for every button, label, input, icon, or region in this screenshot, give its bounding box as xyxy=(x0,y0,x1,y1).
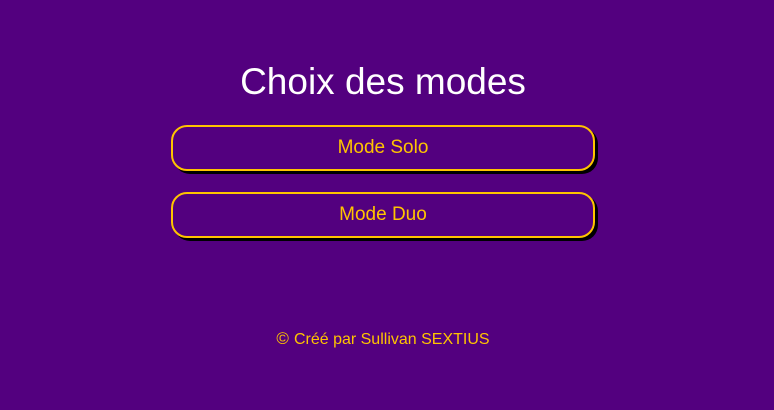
page-title: Choix des modes xyxy=(240,61,526,102)
mode-duo-button[interactable]: Mode Duo xyxy=(171,192,595,238)
mode-solo-button[interactable]: Mode Solo xyxy=(171,125,595,171)
credit-text: Créé par Sullivan SEXTIUS xyxy=(293,331,490,348)
footer-credit: © Créé par Sullivan SEXTIUS xyxy=(0,329,766,350)
copyright-icon: © xyxy=(276,329,289,348)
